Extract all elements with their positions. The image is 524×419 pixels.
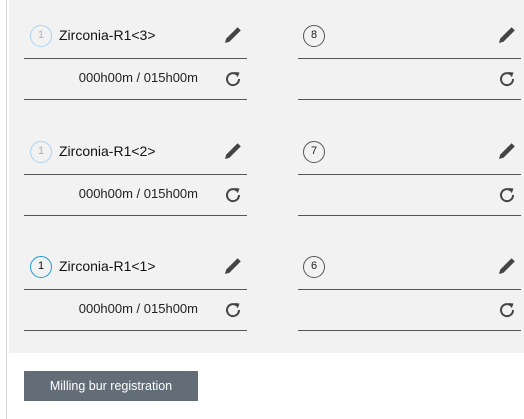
bur-slot-left-1: 1 Zirconia-R1<3> 000h00m / 015h00m <box>24 0 247 100</box>
pencil-icon[interactable] <box>496 255 518 277</box>
bur-usage-row <box>298 174 521 216</box>
milling-bur-panel: 1 Zirconia-R1<3> 000h00m / 015h00m 1 Zir… <box>9 0 524 353</box>
pencil-icon[interactable] <box>222 24 244 46</box>
bur-name: Zirconia-R1<3> <box>59 27 156 43</box>
refresh-icon[interactable] <box>498 70 516 88</box>
left-border <box>6 0 7 419</box>
bur-usage-row: 000h00m / 015h00m <box>24 289 247 331</box>
bur-name: Zirconia-R1<1> <box>59 258 156 274</box>
bur-usage-row <box>298 58 521 100</box>
pencil-icon[interactable] <box>222 255 244 277</box>
bur-slot-header: 1 Zirconia-R1<1> <box>24 231 247 290</box>
slot-number-badge: 6 <box>303 256 325 278</box>
bur-slot-header: 8 <box>298 0 521 59</box>
bur-slot-right-6: 6 <box>298 231 521 331</box>
bur-slot-right-7: 7 <box>298 116 521 216</box>
bur-slot-left-2: 1 Zirconia-R1<2> 000h00m / 015h00m <box>24 116 247 216</box>
refresh-icon[interactable] <box>498 186 516 204</box>
slot-number-badge: 1 <box>30 25 52 47</box>
slot-number-badge: 8 <box>303 25 325 47</box>
bur-name: Zirconia-R1<2> <box>59 143 156 159</box>
bur-slot-header: 7 <box>298 116 521 175</box>
refresh-icon[interactable] <box>498 301 516 319</box>
bur-usage-row: 000h00m / 015h00m <box>24 174 247 216</box>
slot-number-badge: 1 <box>30 141 52 163</box>
usage-time: 000h00m / 015h00m <box>78 301 198 316</box>
bur-slot-header: 1 Zirconia-R1<2> <box>24 116 247 175</box>
pencil-icon[interactable] <box>496 24 518 46</box>
slot-number-badge: 7 <box>303 141 325 163</box>
pencil-icon[interactable] <box>222 140 244 162</box>
bur-slot-header: 6 <box>298 231 521 290</box>
bur-usage-row <box>298 289 521 331</box>
slot-number-badge: 1 <box>30 256 52 278</box>
milling-bur-registration-button[interactable]: Milling bur registration <box>24 371 198 401</box>
usage-time: 000h00m / 015h00m <box>78 186 198 201</box>
refresh-icon[interactable] <box>224 301 242 319</box>
usage-time: 000h00m / 015h00m <box>78 70 198 85</box>
bur-slot-header: 1 Zirconia-R1<3> <box>24 0 247 59</box>
pencil-icon[interactable] <box>496 140 518 162</box>
refresh-icon[interactable] <box>224 186 242 204</box>
bur-slot-right-8: 8 <box>298 0 521 100</box>
bur-usage-row: 000h00m / 015h00m <box>24 58 247 100</box>
bur-slot-left-3: 1 Zirconia-R1<1> 000h00m / 015h00m <box>24 231 247 331</box>
refresh-icon[interactable] <box>224 70 242 88</box>
